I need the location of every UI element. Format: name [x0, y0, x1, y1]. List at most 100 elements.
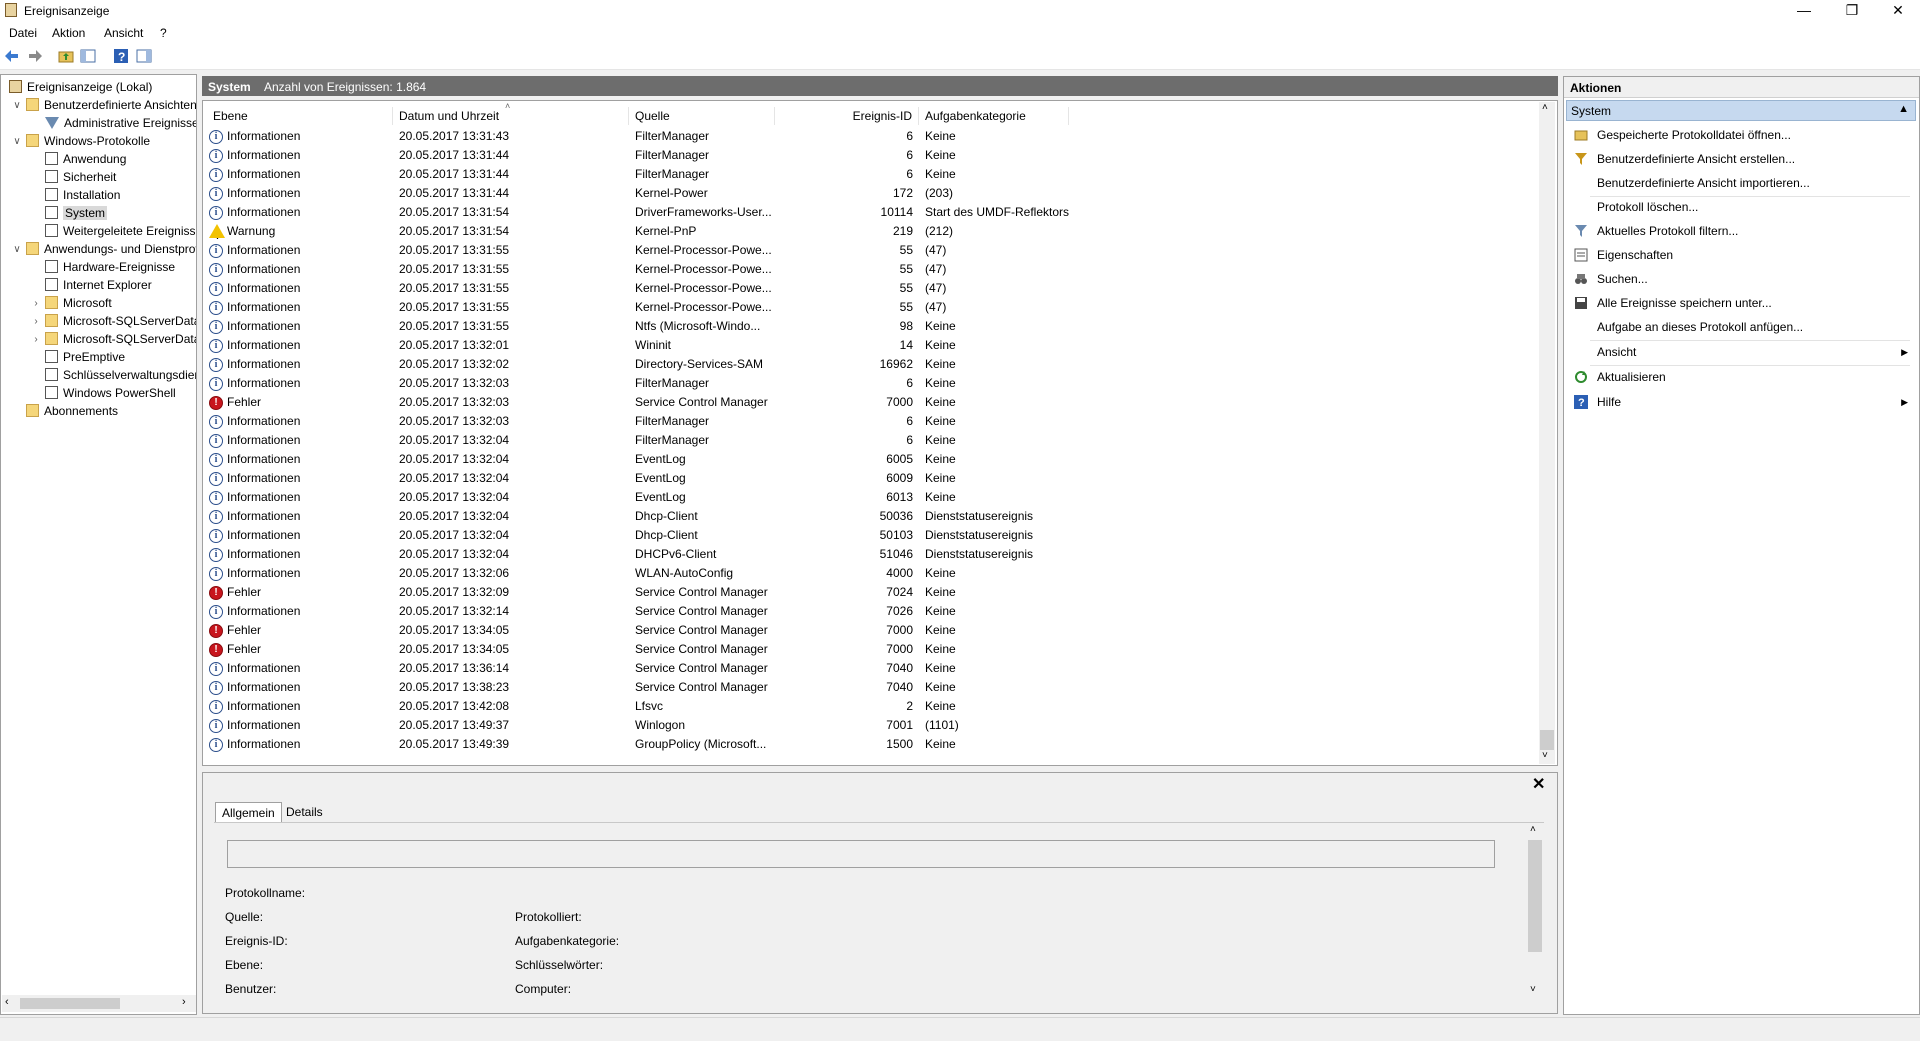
- tree-apps-services[interactable]: ∨Anwendungs- und Dienstprotokolle: [13, 241, 196, 258]
- table-row[interactable]: i Informationen 20.05.2017 13:32:14 Service…: [203, 602, 1533, 621]
- menu-datei[interactable]: Datei: [9, 26, 37, 40]
- table-row[interactable]: i Informationen 20.05.2017 13:31:44 FilterM…: [203, 165, 1533, 184]
- table-row[interactable]: i Informationen 20.05.2017 13:49:39 GroupPo…: [203, 735, 1533, 754]
- table-row[interactable]: i Informationen 20.05.2017 13:31:55 Kernel-…: [203, 260, 1533, 279]
- expand-chevron-icon[interactable]: ∨: [11, 133, 23, 150]
- scroll-down-icon[interactable]: ˅: [1542, 750, 1548, 761]
- table-row[interactable]: i Informationen 20.05.2017 13:32:04 EventLo…: [203, 450, 1533, 469]
- table-row[interactable]: ! Fehler 20.05.2017 13:32:03 Service Contro…: [203, 393, 1533, 412]
- help-icon[interactable]: ?: [113, 48, 129, 64]
- show-hide-action-pane-icon[interactable]: [136, 48, 152, 64]
- details-scroll-thumb[interactable]: [1528, 840, 1542, 952]
- up-folder-icon[interactable]: [58, 48, 74, 64]
- table-row[interactable]: i Informationen 20.05.2017 13:32:04 EventLo…: [203, 469, 1533, 488]
- table-row[interactable]: i Informationen 20.05.2017 13:31:44 Kernel-…: [203, 184, 1533, 203]
- show-hide-tree-icon[interactable]: [80, 48, 96, 64]
- table-row[interactable]: i Informationen 20.05.2017 13:32:04 Dhcp-Cl…: [203, 526, 1533, 545]
- back-arrow-icon[interactable]: [4, 48, 20, 64]
- tree-internet-explorer[interactable]: Internet Explorer: [45, 277, 152, 294]
- table-row[interactable]: i Informationen 20.05.2017 13:38:23 Service…: [203, 678, 1533, 697]
- menu-ansicht[interactable]: Ansicht: [104, 26, 143, 40]
- action-save-all-events[interactable]: Alle Ereignisse speichern unter...: [1566, 292, 1916, 314]
- action-properties[interactable]: Eigenschaften: [1566, 244, 1916, 266]
- tree-admin-events[interactable]: Administrative Ereignisse: [45, 115, 196, 132]
- scroll-right-icon[interactable]: ›: [182, 996, 186, 1008]
- scroll-left-icon[interactable]: ‹: [5, 996, 9, 1008]
- action-find[interactable]: Suchen...: [1566, 268, 1916, 290]
- tree-forwarded-events[interactable]: Weitergeleitete Ereignisse: [45, 223, 196, 240]
- scroll-up-icon[interactable]: ˄: [1542, 102, 1548, 113]
- tab-details[interactable]: Details: [280, 802, 329, 822]
- table-row[interactable]: i Informationen 20.05.2017 13:42:08 Lfsvc 2 K…: [203, 697, 1533, 716]
- tree-setup[interactable]: Installation: [45, 187, 120, 204]
- action-attach-task[interactable]: Aufgabe an dieses Protokoll anfügen...: [1566, 316, 1916, 338]
- tree-subscriptions[interactable]: Abonnements: [26, 403, 118, 420]
- table-row[interactable]: ! Fehler 20.05.2017 13:34:05 Service Contro…: [203, 640, 1533, 659]
- action-help-submenu[interactable]: ? Hilfe ▶: [1566, 391, 1916, 413]
- table-row[interactable]: i Informationen 20.05.2017 13:32:03 FilterM…: [203, 412, 1533, 431]
- table-row[interactable]: i Informationen 20.05.2017 13:32:06 WLAN-Au…: [203, 564, 1533, 583]
- action-clear-log[interactable]: Protokoll löschen...: [1566, 196, 1916, 218]
- table-row[interactable]: ! Fehler 20.05.2017 13:32:09 Service Contro…: [203, 583, 1533, 602]
- tree-custom-views[interactable]: ∨ Benutzerdefinierte Ansichten: [13, 97, 196, 114]
- table-row[interactable]: ! Fehler 20.05.2017 13:34:05 Service Contro…: [203, 621, 1533, 640]
- collapse-section-icon[interactable]: ▲: [1898, 103, 1909, 115]
- events-vertical-scrollbar[interactable]: ˄ ˅: [1539, 102, 1555, 764]
- events-scroll-thumb[interactable]: [1540, 730, 1554, 750]
- menu-aktion[interactable]: Aktion: [52, 26, 85, 40]
- tree-security[interactable]: Sicherheit: [45, 169, 116, 186]
- table-row[interactable]: ! Warnung 20.05.2017 13:31:54 Kernel-PnP 219…: [203, 222, 1533, 241]
- table-row[interactable]: i Informationen 20.05.2017 13:31:44 FilterM…: [203, 146, 1533, 165]
- action-create-custom-view[interactable]: Benutzerdefinierte Ansicht erstellen...: [1566, 148, 1916, 170]
- action-filter-current-log[interactable]: Aktuelles Protokoll filtern...: [1566, 220, 1916, 242]
- table-row[interactable]: i Informationen 20.05.2017 13:32:04 FilterM…: [203, 431, 1533, 450]
- action-refresh[interactable]: Aktualisieren: [1566, 366, 1916, 388]
- tree-sql-datatools-vs[interactable]: ›Microsoft-SQLServerDataToolsVS: [34, 331, 196, 348]
- collapse-chevron-icon[interactable]: ›: [30, 295, 42, 312]
- tree-microsoft[interactable]: › Microsoft: [34, 295, 112, 312]
- tree-scroll-thumb[interactable]: [20, 998, 120, 1009]
- table-row[interactable]: i Informationen 20.05.2017 13:31:55 Kernel-…: [203, 298, 1533, 317]
- table-row[interactable]: i Informationen 20.05.2017 13:31:55 Ntfs (M…: [203, 317, 1533, 336]
- restore-button[interactable]: ❐: [1830, 0, 1874, 22]
- collapse-chevron-icon[interactable]: ›: [30, 313, 42, 330]
- scroll-up-icon[interactable]: ˄: [1530, 824, 1536, 835]
- table-row[interactable]: i Informationen 20.05.2017 13:32:02 Directo…: [203, 355, 1533, 374]
- tree-key-management[interactable]: Schlüsselverwaltungsdienst: [45, 367, 196, 384]
- close-button[interactable]: ✕: [1876, 0, 1920, 22]
- tab-general[interactable]: Allgemein: [215, 802, 282, 822]
- column-header-source[interactable]: Quelle: [629, 107, 775, 125]
- tree-sql-datatools[interactable]: ›Microsoft-SQLServerDataTools: [34, 313, 196, 330]
- forward-arrow-icon[interactable]: [27, 48, 43, 64]
- menu-help[interactable]: ?: [160, 26, 167, 40]
- scroll-down-icon[interactable]: ˅: [1530, 984, 1536, 995]
- column-header-event-id[interactable]: Ereignis-ID: [775, 107, 919, 125]
- collapse-chevron-icon[interactable]: ›: [30, 331, 42, 348]
- action-open-saved-log[interactable]: Gespeicherte Protokolldatei öffnen...: [1566, 124, 1916, 146]
- table-row[interactable]: i Informationen 20.05.2017 13:49:37 Winlogo…: [203, 716, 1533, 735]
- actions-section-system[interactable]: System ▲: [1566, 100, 1916, 121]
- tree-windows-logs[interactable]: ∨ Windows-Protokolle: [13, 133, 150, 150]
- minimize-button[interactable]: —: [1782, 0, 1826, 22]
- tree-system[interactable]: System: [45, 205, 108, 222]
- expand-chevron-icon[interactable]: ∨: [11, 241, 23, 258]
- column-header-level[interactable]: Ebene: [207, 107, 393, 125]
- table-row[interactable]: i Informationen 20.05.2017 13:31:43 FilterM…: [203, 127, 1533, 146]
- tree-hardware-events[interactable]: Hardware-Ereignisse: [45, 259, 175, 276]
- column-header-category[interactable]: Aufgabenkategorie: [919, 107, 1069, 125]
- table-row[interactable]: i Informationen 20.05.2017 13:32:04 Dhcp-Cl…: [203, 507, 1533, 526]
- action-view-submenu[interactable]: Ansicht ▶: [1566, 341, 1916, 363]
- details-close-icon[interactable]: ✕: [1532, 774, 1545, 794]
- table-row[interactable]: i Informationen 20.05.2017 13:31:54 DriverF…: [203, 203, 1533, 222]
- tree-application[interactable]: Anwendung: [45, 151, 126, 168]
- table-row[interactable]: i Informationen 20.05.2017 13:36:14 Service…: [203, 659, 1533, 678]
- table-row[interactable]: i Informationen 20.05.2017 13:32:01 Wininit…: [203, 336, 1533, 355]
- action-import-custom-view[interactable]: Benutzerdefinierte Ansicht importieren..…: [1566, 172, 1916, 194]
- tree-powershell[interactable]: Windows PowerShell: [45, 385, 176, 402]
- column-header-date[interactable]: Datum und Uhrzeit: [393, 107, 629, 125]
- tree-preemptive[interactable]: PreEmptive: [45, 349, 125, 366]
- table-row[interactable]: i Informationen 20.05.2017 13:32:04 EventLo…: [203, 488, 1533, 507]
- table-row[interactable]: i Informationen 20.05.2017 13:31:55 Kernel-…: [203, 279, 1533, 298]
- table-row[interactable]: i Informationen 20.05.2017 13:31:55 Kernel-…: [203, 241, 1533, 260]
- expand-chevron-icon[interactable]: ∨: [11, 97, 23, 114]
